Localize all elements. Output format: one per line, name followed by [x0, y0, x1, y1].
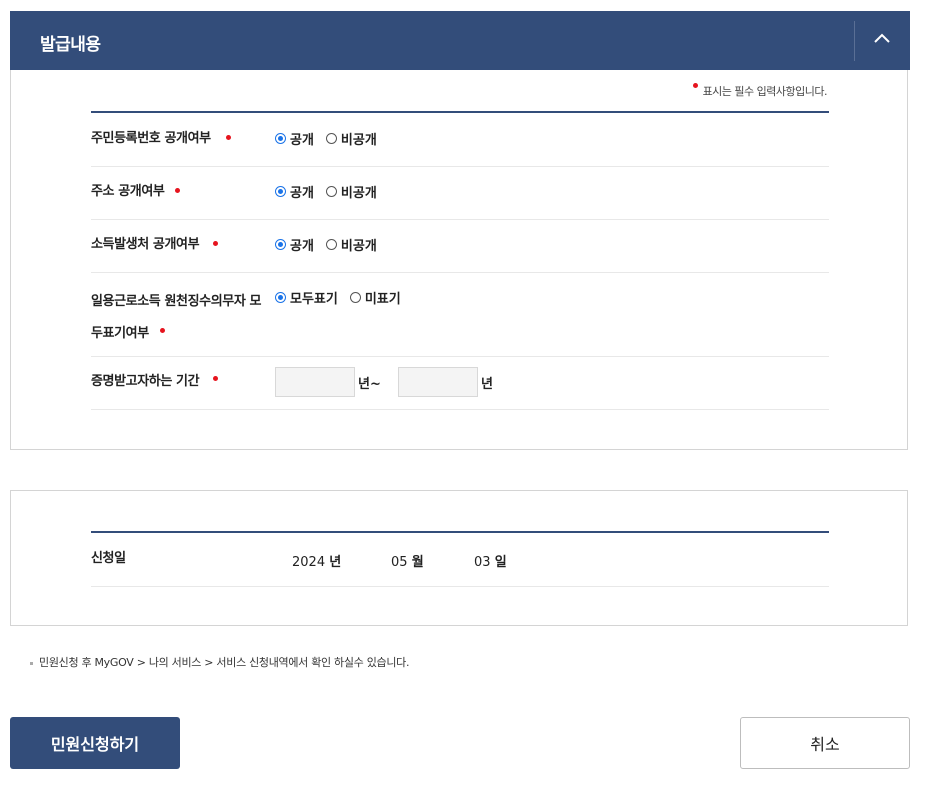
radio-public[interactable]: 공개: [275, 129, 314, 148]
radio-private[interactable]: 비공개: [325, 235, 377, 254]
radio-public[interactable]: 공개: [275, 235, 314, 254]
required-dot-icon: [175, 188, 180, 193]
section-title: 발급내용: [40, 35, 101, 55]
form-row-rrn-disclosure: 주민등록번호 공개여부 공개 비공개: [91, 113, 829, 167]
bullet-icon: [30, 661, 33, 665]
collapse-button[interactable]: [855, 11, 910, 70]
panel-header: 발급내용: [10, 11, 910, 70]
period-from-year-input[interactable]: [275, 367, 355, 397]
field-label: 주소 공개여부: [91, 178, 180, 206]
issue-details-panel: 발급내용 표시는 필수 입력사항입니다. 주민등록번호 공개여부 공개 비공개 …: [10, 11, 910, 450]
application-date-panel: 신청일 2024 년 05 월 03 일: [10, 490, 908, 626]
period-to-unit: 년: [481, 377, 493, 392]
field-label: 소득발생처 공개여부: [91, 231, 218, 259]
notice-text: 민원신청 후 MyGOV > 나의 서비스 > 서비스 신청내역에서 확인 하실…: [30, 654, 409, 670]
application-date-row: 신청일 2024 년 05 월 03 일: [91, 533, 829, 587]
submit-application-button[interactable]: 민원신청하기: [10, 717, 180, 769]
chevron-up-icon: [874, 33, 890, 43]
application-year: 2024 년: [292, 555, 342, 570]
application-month: 05 월: [391, 555, 424, 570]
form-row-withholding-agent: 일용근로소득 원천징수의무자 모 두표기여부 모두표기 미표기: [91, 272, 829, 357]
radio-private[interactable]: 비공개: [325, 129, 377, 148]
required-dot-icon: [213, 241, 218, 246]
radio-not-shown[interactable]: 미표기: [349, 288, 401, 307]
radio-group-address: 공개 비공개: [275, 182, 389, 201]
required-dot-icon: [160, 328, 165, 333]
form-row-income-source-disclosure: 소득발생처 공개여부 공개 비공개: [91, 219, 829, 273]
period-from-unit: 년~: [358, 377, 381, 392]
application-day: 03 일: [474, 555, 507, 570]
form-row-period: 증명받고자하는 기간 년~ 년: [91, 356, 829, 410]
radio-group-withholding: 모두표기 미표기: [275, 288, 413, 307]
required-note: 표시는 필수 입력사항입니다.: [692, 83, 828, 99]
required-dot-icon: [692, 83, 698, 88]
radio-private[interactable]: 비공개: [325, 182, 377, 201]
field-label: 일용근로소득 원천징수의무자 모 두표기여부: [91, 294, 262, 341]
required-dot-icon: [213, 376, 218, 381]
form-row-address-disclosure: 주소 공개여부 공개 비공개: [91, 166, 829, 220]
radio-public[interactable]: 공개: [275, 182, 314, 201]
radio-group-income-source: 공개 비공개: [275, 235, 389, 254]
radio-show-all[interactable]: 모두표기: [275, 288, 338, 307]
application-date-label: 신청일: [91, 551, 126, 566]
field-label: 주민등록번호 공개여부: [91, 125, 231, 153]
field-label: 증명받고자하는 기간: [91, 368, 218, 396]
cancel-button[interactable]: 취소: [740, 717, 910, 769]
radio-group-rrn: 공개 비공개: [275, 129, 389, 148]
period-to-year-input[interactable]: [398, 367, 478, 397]
required-dot-icon: [226, 135, 231, 140]
